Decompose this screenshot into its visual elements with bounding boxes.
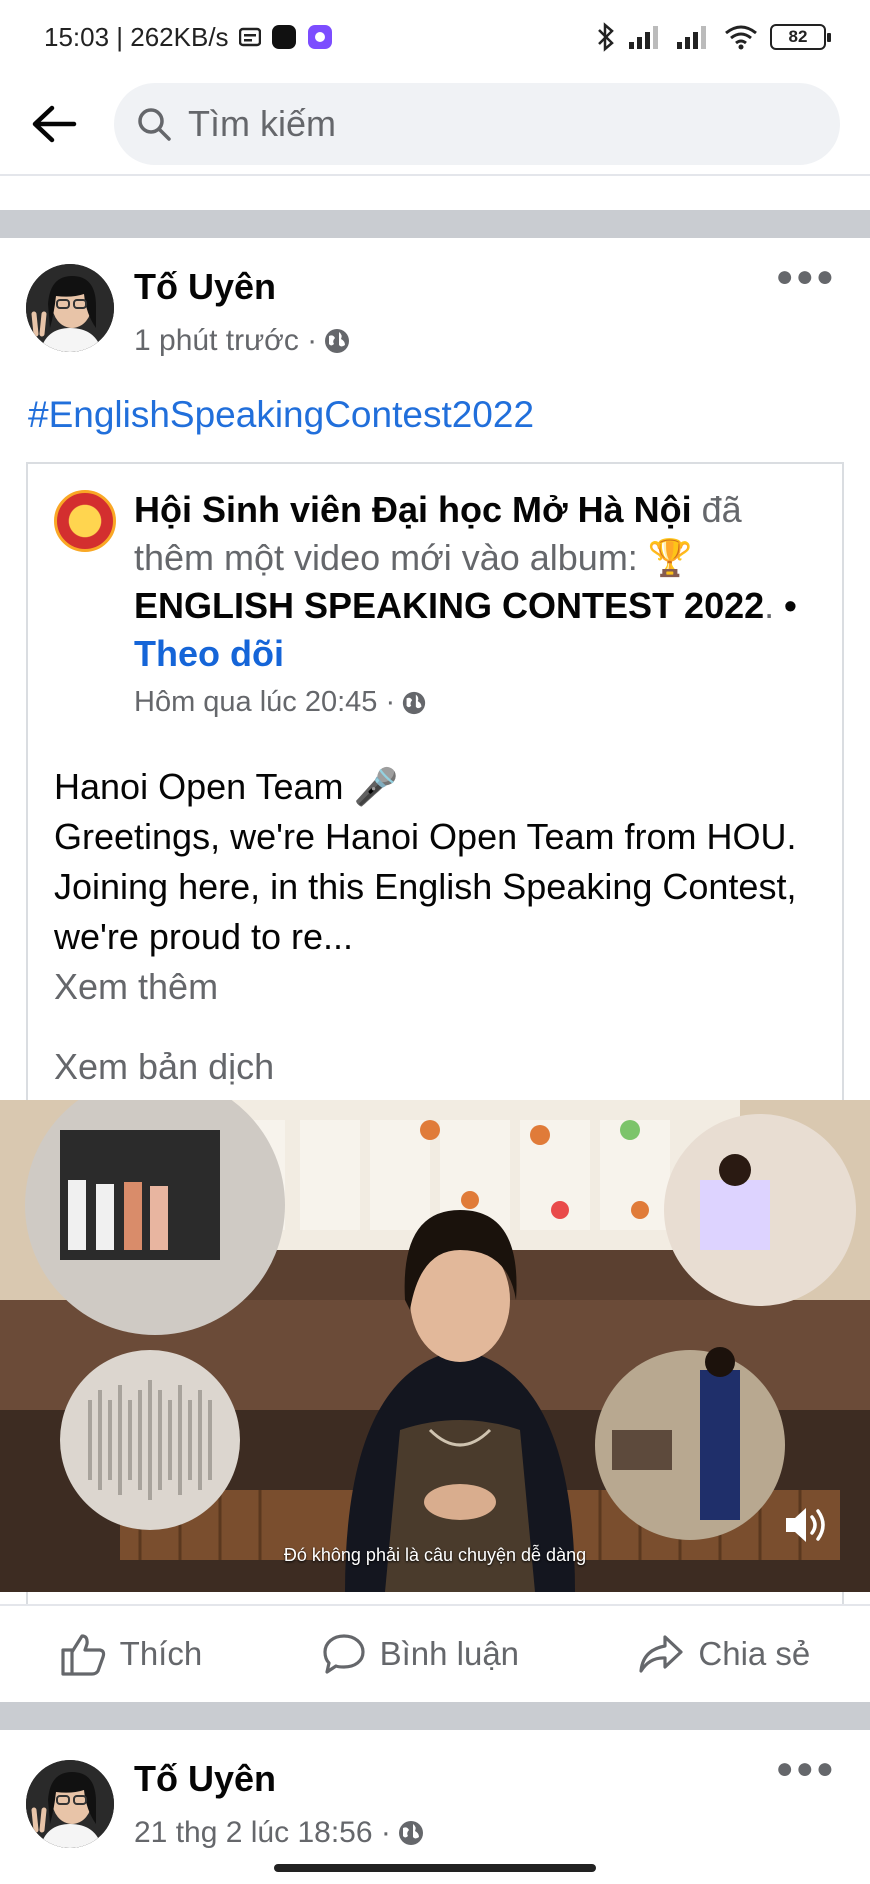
post-author[interactable]: Tố Uyên xyxy=(134,1758,276,1800)
page-avatar[interactable] xyxy=(54,490,116,552)
home-indicator[interactable] xyxy=(274,1864,596,1872)
post-body-title: Hanoi Open Team 🎤 xyxy=(54,766,399,807)
status-bar: 15:03 | 262KB/s 82 xyxy=(0,0,870,74)
thumbs-up-icon xyxy=(61,1634,105,1676)
page-name[interactable]: Hội Sinh viên Đại học Mở Hà Nội xyxy=(134,489,692,530)
like-button[interactable]: Thích xyxy=(60,1632,203,1676)
see-translation-link[interactable]: Xem bản dịch xyxy=(54,1046,274,1088)
back-arrow-icon xyxy=(32,105,77,143)
comment-icon xyxy=(322,1634,365,1674)
share-icon xyxy=(639,1635,683,1673)
shared-post-time[interactable]: Hôm qua lúc 20:45 · xyxy=(134,686,395,719)
more-options-button[interactable]: ●●● xyxy=(776,1752,836,1786)
video-frame xyxy=(0,1100,870,1592)
app-notification-icon xyxy=(271,24,297,50)
search-icon xyxy=(138,108,171,141)
globe-icon xyxy=(398,1821,423,1845)
back-button[interactable] xyxy=(24,94,84,154)
signal-icon xyxy=(628,24,664,50)
share-label: Chia sẻ xyxy=(698,1635,811,1672)
see-more-link[interactable]: Xem thêm xyxy=(54,966,218,1008)
globe-icon xyxy=(403,691,426,714)
album-suffix: . xyxy=(764,585,785,626)
video-caption: Đó không phải là câu chuyện dễ dàng xyxy=(283,1545,587,1565)
avatar[interactable] xyxy=(26,1760,114,1848)
wifi-icon xyxy=(724,24,758,50)
post-body-text: Hanoi Open Team 🎤 Greetings, we're Hanoi… xyxy=(54,762,834,962)
post-time[interactable]: 1 phút trước · xyxy=(134,324,317,358)
feed-post: Tố Uyên 1 phút trước · ●●● #EnglishSpeak… xyxy=(0,238,870,1702)
post-time[interactable]: 21 thg 2 lúc 18:56 · xyxy=(134,1816,391,1850)
like-label: Thích xyxy=(119,1635,203,1672)
search-header: Tìm kiếm xyxy=(0,74,870,176)
more-options-button[interactable]: ●●● xyxy=(776,260,836,294)
comment-label: Bình luận xyxy=(379,1635,520,1672)
post-body-content: Greetings, we're Hanoi Open Team from HO… xyxy=(54,816,797,957)
feed-separator xyxy=(0,1702,870,1730)
share-button[interactable]: Chia sẻ xyxy=(638,1633,810,1675)
search-placeholder: Tìm kiếm xyxy=(188,103,336,144)
post-author[interactable]: Tố Uyên xyxy=(134,266,276,308)
feed-post: Tố Uyên 21 thg 2 lúc 18:56 · ●●● xyxy=(0,1730,870,1884)
comment-button[interactable]: Bình luận xyxy=(322,1632,519,1676)
video-player[interactable]: Đó không phải là câu chuyện dễ dàng xyxy=(0,1100,870,1592)
separator-dot: • xyxy=(784,585,797,626)
signal-icon-2 xyxy=(676,24,712,50)
shared-post-meta: Hôm qua lúc 20:45 · xyxy=(134,686,427,719)
post-meta: 21 thg 2 lúc 18:56 · xyxy=(134,1816,425,1850)
volume-icon xyxy=(786,1508,825,1542)
app-notification-icon-2 xyxy=(307,24,333,50)
bluetooth-icon xyxy=(596,22,616,52)
notification-icon xyxy=(238,27,261,47)
volume-button[interactable] xyxy=(782,1503,830,1552)
search-input[interactable]: Tìm kiếm xyxy=(114,83,840,165)
status-time: 15:03 | 262KB/s xyxy=(44,21,229,52)
battery-indicator: 82 xyxy=(770,24,831,50)
globe-icon xyxy=(325,329,350,353)
feed-separator xyxy=(0,210,870,238)
shared-post-header: Hội Sinh viên Đại học Mở Hà Nội đã thêm … xyxy=(134,486,814,678)
hashtag-link[interactable]: #EnglishSpeakingContest2022 xyxy=(28,394,534,436)
post-action-bar: Thích Bình luận Chia sẻ xyxy=(0,1604,870,1702)
avatar[interactable] xyxy=(26,264,114,352)
album-name[interactable]: ENGLISH SPEAKING CONTEST 2022 xyxy=(134,585,764,626)
follow-button[interactable]: Theo dõi xyxy=(134,633,284,674)
post-meta: 1 phút trước · xyxy=(134,324,351,358)
